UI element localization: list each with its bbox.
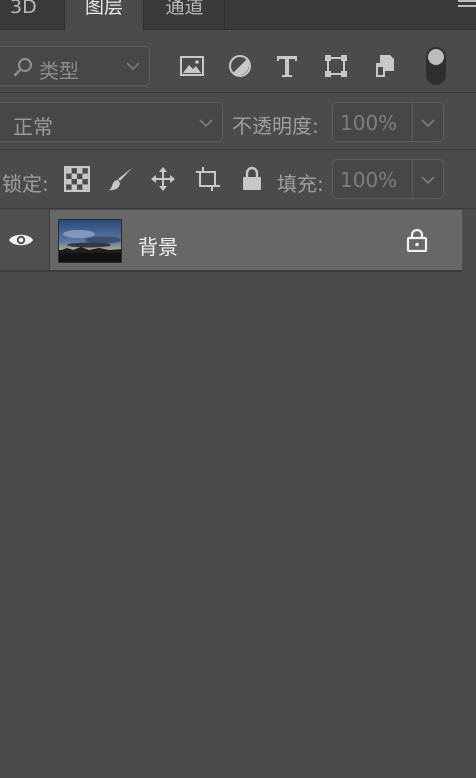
fill-dropdown-button[interactable]: [412, 159, 444, 199]
fill-input[interactable]: 100%: [332, 159, 412, 199]
filter-toggle-switch[interactable]: [426, 47, 446, 85]
opacity-label: 不透明度:: [232, 114, 319, 138]
lock-artboard-icon[interactable]: [195, 166, 221, 192]
lock-position-icon[interactable]: [150, 166, 176, 192]
blend-mode-value: 正常: [13, 115, 53, 139]
lock-all-icon[interactable]: [239, 166, 265, 192]
layer-thumbnail[interactable]: [58, 219, 122, 263]
fill-value: 100%: [340, 168, 398, 192]
tab-layers[interactable]: 图层: [64, 0, 144, 31]
image-filter-icon[interactable]: [179, 53, 205, 79]
blend-mode-select[interactable]: 正常: [0, 102, 223, 142]
blend-options-bar: 正常 不透明度: 100%: [0, 94, 476, 150]
adjustment-filter-icon[interactable]: [227, 53, 253, 79]
tab-channels[interactable]: 通道: [145, 0, 225, 30]
lock-image-pixels-icon[interactable]: [108, 166, 134, 192]
opacity-dropdown-button[interactable]: [412, 102, 444, 142]
chevron-down-icon: [421, 176, 435, 185]
chevron-down-icon: [126, 62, 140, 71]
opacity-value: 100%: [340, 111, 398, 135]
tab-3d[interactable]: 3D: [10, 0, 60, 30]
lock-icon[interactable]: [406, 228, 428, 252]
smart-object-filter-icon[interactable]: [372, 53, 398, 79]
panel-menu-icon[interactable]: [458, 0, 476, 14]
type-filter-icon[interactable]: [274, 53, 300, 79]
layer-filter-bar: 类型: [0, 31, 476, 93]
chevron-down-icon: [421, 119, 435, 128]
shape-filter-icon[interactable]: [323, 53, 349, 79]
layer-visibility-toggle[interactable]: [0, 210, 50, 270]
chevron-down-icon: [199, 119, 213, 128]
panel-tab-bar: 3D 图层 通道: [0, 0, 476, 31]
landscape-thumbnail-image: [59, 220, 121, 262]
search-icon: [13, 57, 33, 77]
filter-kind-label: 类型: [39, 59, 79, 83]
layer-name[interactable]: 背景: [138, 231, 178, 260]
filter-kind-select[interactable]: 类型: [0, 46, 150, 86]
lock-label: 锁定:: [2, 172, 49, 196]
opacity-input[interactable]: 100%: [332, 102, 412, 142]
fill-label: 填充:: [277, 172, 324, 196]
layer-row[interactable]: 背景: [0, 210, 462, 272]
lock-options-bar: 锁定: 填充: 100%: [0, 151, 476, 209]
lock-transparent-pixels-icon[interactable]: [64, 166, 90, 192]
layers-list: 背景: [0, 210, 476, 778]
eye-icon: [9, 234, 33, 246]
